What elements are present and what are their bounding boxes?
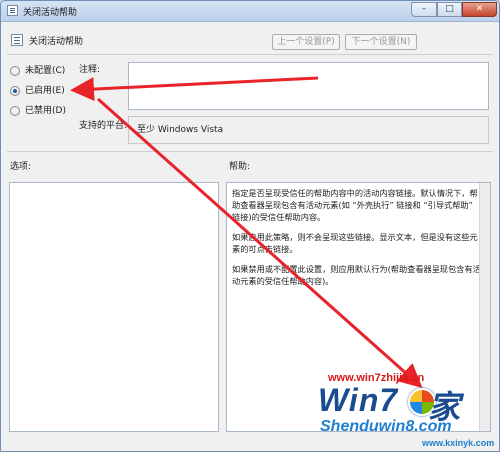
help-scrollbar[interactable] [479, 183, 490, 431]
maximize-button[interactable]: □ [437, 2, 462, 17]
options-panel[interactable] [9, 182, 219, 432]
window-title: 关闭活动帮助 [23, 8, 78, 18]
supported-platform-value: 至少 Windows Vista [137, 125, 224, 135]
help-paragraph: 如果启用此策略，则不会呈现这些链接。显示文本，但是没有这些元素的可点击链接。 [232, 232, 478, 254]
radio-button[interactable] [10, 66, 20, 76]
previous-setting-button[interactable]: 上一个设置(P) [272, 34, 340, 50]
help-paragraph: 指定是否呈现受信任的帮助内容中的活动内容链接。默认情况下，帮助查看器呈现包含有活… [232, 188, 478, 222]
options-label: 选项: [10, 162, 32, 172]
supported-platform-label: 支持的平台: [79, 121, 128, 131]
watermark-site: Shenduwin8.com [320, 418, 452, 435]
comment-textarea[interactable] [128, 62, 489, 110]
radio-label: 未配置(C) [25, 66, 66, 76]
close-button[interactable]: ✕ [462, 2, 497, 17]
policy-document-icon [7, 5, 18, 16]
help-paragraph: 如果禁用或不配置此设置，则应用默认行为(帮助查看器呈现包含有活动元素的受信任帮助… [232, 264, 481, 286]
policy-setting-window: 关闭活动帮助 – □ ✕ 关闭活动帮助 上一个设置(P) 下一个设置(N) 未配… [0, 0, 500, 452]
policy-document-icon [11, 34, 23, 46]
radio-label: 已禁用(D) [25, 106, 66, 116]
comment-label: 注释: [79, 65, 101, 75]
minimize-button[interactable]: – [411, 2, 437, 17]
next-setting-button[interactable]: 下一个设置(N) [345, 34, 417, 50]
divider [7, 54, 493, 55]
help-label: 帮助: [229, 162, 251, 172]
title-bar[interactable]: 关闭活动帮助 – □ ✕ [1, 1, 499, 22]
supported-platform-box: 至少 Windows Vista [128, 116, 489, 144]
watermark-url-bottom: www.kxinyk.com [422, 438, 495, 448]
radio-label: 已启用(E) [25, 86, 65, 96]
watermark-logo: Win7 [318, 382, 399, 418]
policy-name: 关闭活动帮助 [29, 37, 84, 47]
divider [7, 151, 493, 152]
radio-button[interactable] [10, 86, 20, 96]
radio-button[interactable] [10, 106, 20, 116]
